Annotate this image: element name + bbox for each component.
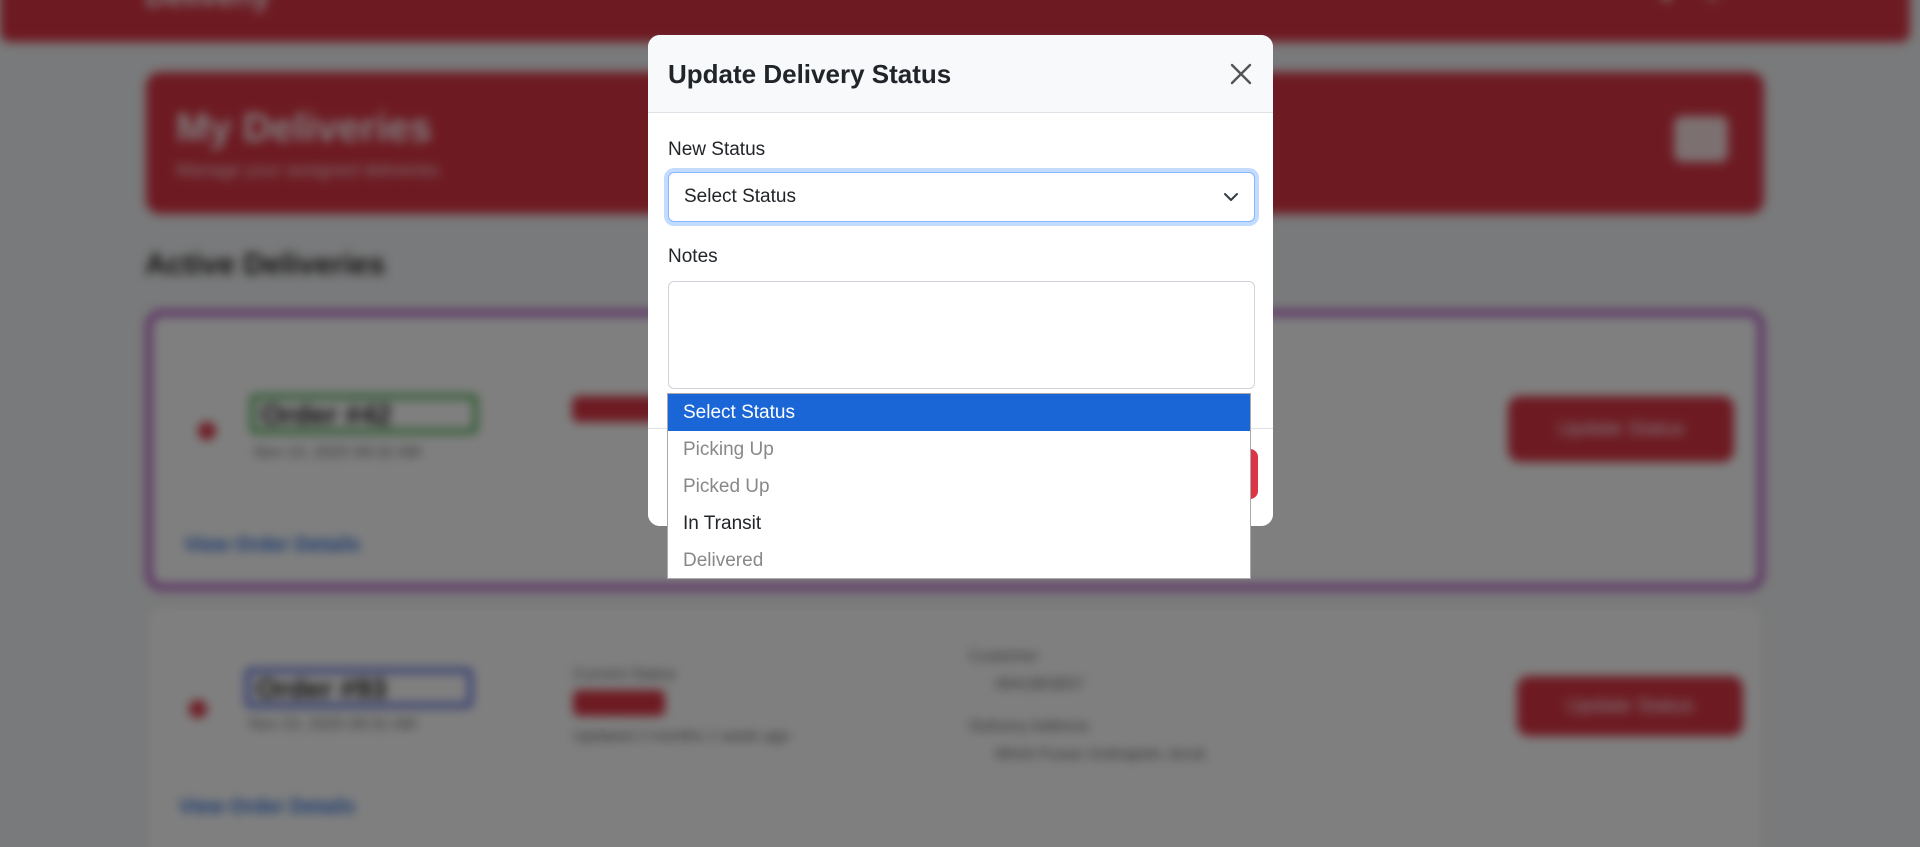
option-in-transit[interactable]: In Transit (668, 505, 1250, 542)
modal-title: Update Delivery Status (668, 59, 952, 89)
option-delivered: Delivered (683, 550, 764, 571)
notes-field-label: Notes (668, 246, 718, 267)
status-dropdown-list: Select Status Picking Up Picked Up In Tr… (667, 393, 1251, 579)
close-button[interactable] (1226, 59, 1256, 89)
option-select-status[interactable]: Select Status (668, 394, 1250, 431)
chevron-down-icon (1224, 193, 1238, 201)
status-select[interactable]: Select Status (668, 172, 1255, 222)
close-icon (1230, 63, 1252, 85)
option-picked-up: Picked Up (683, 476, 770, 497)
option-picking-up: Picking Up (683, 439, 774, 460)
status-select-value: Select Status (684, 186, 796, 207)
status-field-label: New Status (668, 139, 766, 160)
modal-header: Update Delivery Status (648, 35, 1273, 113)
notes-textarea[interactable] (668, 281, 1255, 389)
